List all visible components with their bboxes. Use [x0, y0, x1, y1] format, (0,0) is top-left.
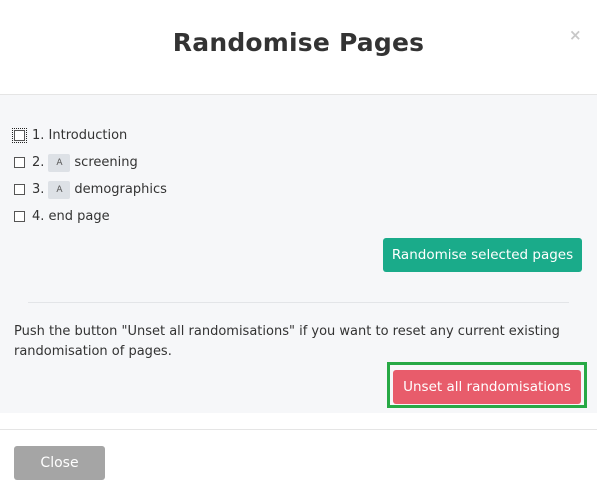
checkbox-icon[interactable]	[14, 157, 25, 168]
unset-note: Push the button "Unset all randomisation…	[14, 324, 560, 359]
page-badge: A	[48, 180, 71, 199]
unset-all-randomisations-button[interactable]: Unset all randomisations	[393, 370, 581, 404]
close-icon[interactable]: ×	[569, 26, 582, 44]
page-name: demographics	[74, 182, 167, 197]
divider	[28, 302, 569, 303]
page-number: 3.	[32, 182, 45, 197]
dialog-footer: Close	[0, 429, 597, 485]
page-badge: A	[48, 153, 71, 172]
dialog-header: Randomise Pages ×	[0, 0, 597, 95]
page-item: 4. end page	[14, 203, 167, 230]
checkbox-icon[interactable]	[14, 211, 25, 222]
dialog-title: Randomise Pages	[172, 28, 425, 57]
page-name: end page	[48, 209, 110, 224]
checkbox-icon[interactable]	[14, 184, 25, 195]
page-item: 2. A screening	[14, 149, 167, 176]
page-number: 4.	[32, 209, 45, 224]
page-number: 1.	[32, 128, 45, 143]
page-item: 1. Introduction	[12, 122, 167, 149]
checkbox-icon[interactable]	[12, 128, 27, 143]
page-name: screening	[74, 155, 138, 170]
page-name: Introduction	[48, 128, 128, 143]
page-item: 3. A demographics	[14, 176, 167, 203]
page-number: 2.	[32, 155, 45, 170]
randomise-selected-pages-button[interactable]: Randomise selected pages	[383, 238, 582, 272]
dialog-body: 1. Introduction 2. A screening 3. A demo…	[0, 95, 597, 413]
page-list: 1. Introduction 2. A screening 3. A demo…	[12, 122, 167, 230]
close-button[interactable]: Close	[14, 446, 105, 480]
